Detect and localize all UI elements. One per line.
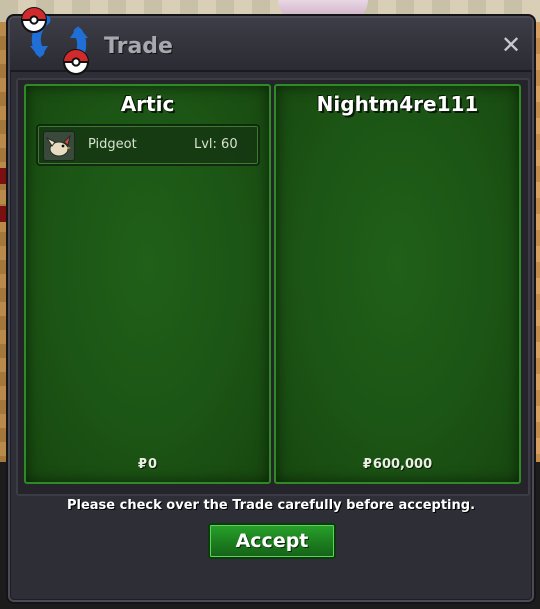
pidgeot-icon: [43, 131, 75, 161]
window-title: Trade: [104, 34, 173, 59]
trade-item-slot[interactable]: Pidgeot Lvl: 60: [36, 124, 260, 166]
item-level: Lvl: 60: [194, 137, 238, 152]
item-name: Pidgeot: [88, 137, 137, 152]
game-background-detail: [0, 206, 8, 222]
trade-offers-area: Artic Pidgeot Lvl: 60 ₽0 Nightm4re111 ₽6…: [16, 78, 530, 496]
pokedollar-icon: ₽: [137, 457, 147, 472]
left-trader-money: ₽0: [26, 457, 269, 472]
left-money-value: 0: [148, 457, 158, 472]
right-trader-money: ₽600,000: [276, 457, 519, 472]
trade-warning-text: Please check over the Trade carefully be…: [66, 498, 476, 513]
trade-swap-icon: [18, 6, 100, 76]
left-trader-panel: Artic Pidgeot Lvl: 60 ₽0: [24, 84, 271, 484]
pokedollar-icon: ₽: [362, 457, 372, 472]
accept-button[interactable]: Accept: [208, 523, 336, 559]
trade-window: Trade ✕ Artic Pidgeot Lvl: 60 ₽0 Nightm4…: [8, 16, 534, 602]
right-money-value: 600,000: [372, 457, 433, 472]
game-background-detail: [0, 168, 8, 184]
close-icon[interactable]: ✕: [500, 33, 522, 57]
right-trader-panel: Nightm4re111 ₽600,000: [274, 84, 521, 484]
right-trader-name: Nightm4re111: [316, 92, 479, 116]
left-trader-name: Artic: [120, 92, 175, 116]
